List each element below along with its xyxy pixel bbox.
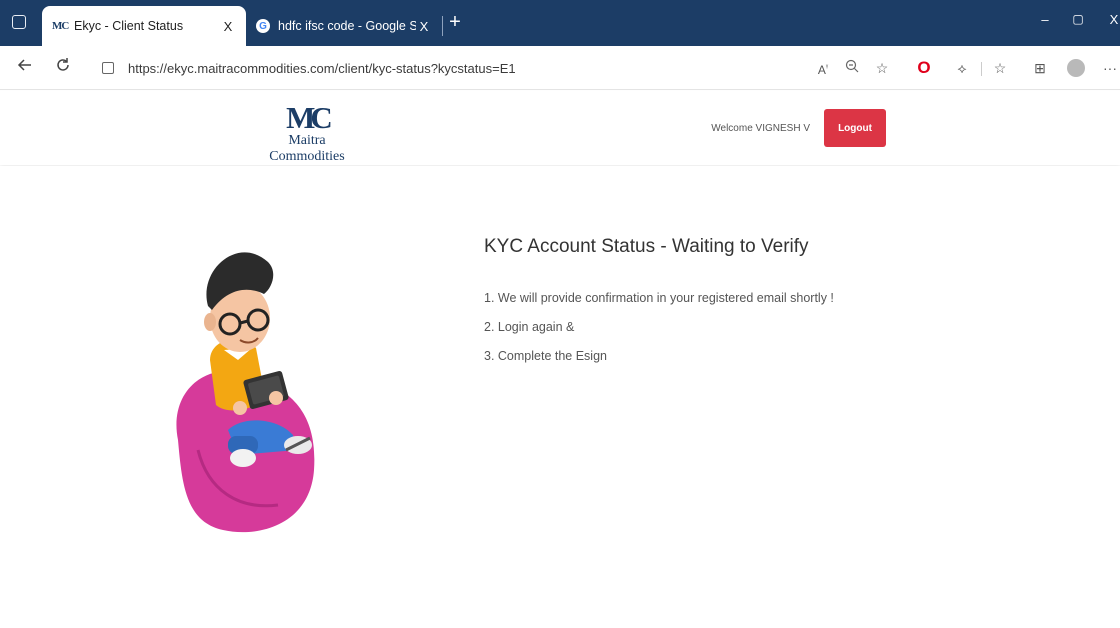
google-favicon-icon: G <box>256 19 270 33</box>
logo-mark: MC <box>286 100 333 135</box>
read-aloud-icon[interactable]: Aᵞ <box>813 58 833 78</box>
close-window-icon[interactable]: X <box>1104 12 1120 27</box>
more-icon[interactable]: ··· <box>1100 58 1120 78</box>
collections-icon[interactable]: ⊞ <box>1030 58 1050 78</box>
tab-title: hdfc ifsc code - Google Search <box>278 19 416 33</box>
zoom-icon[interactable] <box>842 58 862 78</box>
address-input[interactable]: https://ekyc.maitracommodities.com/clien… <box>90 53 810 83</box>
person-on-beanbag-illustration <box>176 252 315 533</box>
lock-icon <box>102 62 114 74</box>
tab-divider <box>442 16 443 36</box>
opera-icon[interactable]: O <box>914 58 934 78</box>
main-content: KYC Account Status - Waiting to Verify 1… <box>0 166 1120 628</box>
tab-google-search[interactable]: G hdfc ifsc code - Google Search X <box>246 6 442 46</box>
logo-name: Maitra Commodities <box>269 133 345 164</box>
refresh-icon[interactable] <box>52 56 74 78</box>
kyc-status-title: KYC Account Status - Waiting to Verify <box>484 236 809 257</box>
kyc-steps-list: 1. We will provide confirmation in your … <box>484 290 834 377</box>
welcome-text: Welcome VIGNESH V <box>711 123 810 134</box>
restore-icon[interactable]: ▢ <box>1068 12 1088 26</box>
logout-button[interactable]: Logout <box>824 109 886 147</box>
browser-tab-bar: MC Ekyc - Client Status X G hdfc ifsc co… <box>0 0 1120 46</box>
maitra-favicon-icon: MC <box>52 20 69 32</box>
new-tab-button[interactable]: + <box>446 10 464 34</box>
profile-icon[interactable] <box>1066 58 1086 78</box>
tab-actions-icon[interactable] <box>12 15 26 29</box>
kyc-step: 3. Complete the Esign <box>484 349 607 363</box>
minimize-icon[interactable]: – <box>1035 12 1055 27</box>
extensions-icon[interactable]: ⟡ <box>952 58 972 78</box>
favorites-bar-icon[interactable]: ☆ <box>990 58 1010 78</box>
tab-ekyc-client-status[interactable]: MC Ekyc - Client Status X <box>42 6 246 46</box>
favorites-icon[interactable]: ☆ <box>872 58 892 78</box>
kyc-step: 1. We will provide confirmation in your … <box>484 291 834 305</box>
kyc-step: 2. Login again & <box>484 320 575 334</box>
tab-title: Ekyc - Client Status <box>74 19 184 33</box>
back-arrow-icon[interactable] <box>14 56 36 78</box>
maitra-logo[interactable]: MC Maitra Commodities <box>252 100 362 165</box>
site-header: MC Maitra Commodities Welcome VIGNESH V … <box>0 91 1120 165</box>
url-text: https://ekyc.maitracommodities.com/clien… <box>128 60 516 76</box>
toolbar-divider <box>981 62 982 76</box>
browser-address-bar: https://ekyc.maitracommodities.com/clien… <box>0 46 1120 90</box>
close-tab-icon[interactable]: X <box>220 19 236 34</box>
close-tab-icon[interactable]: X <box>416 19 432 34</box>
